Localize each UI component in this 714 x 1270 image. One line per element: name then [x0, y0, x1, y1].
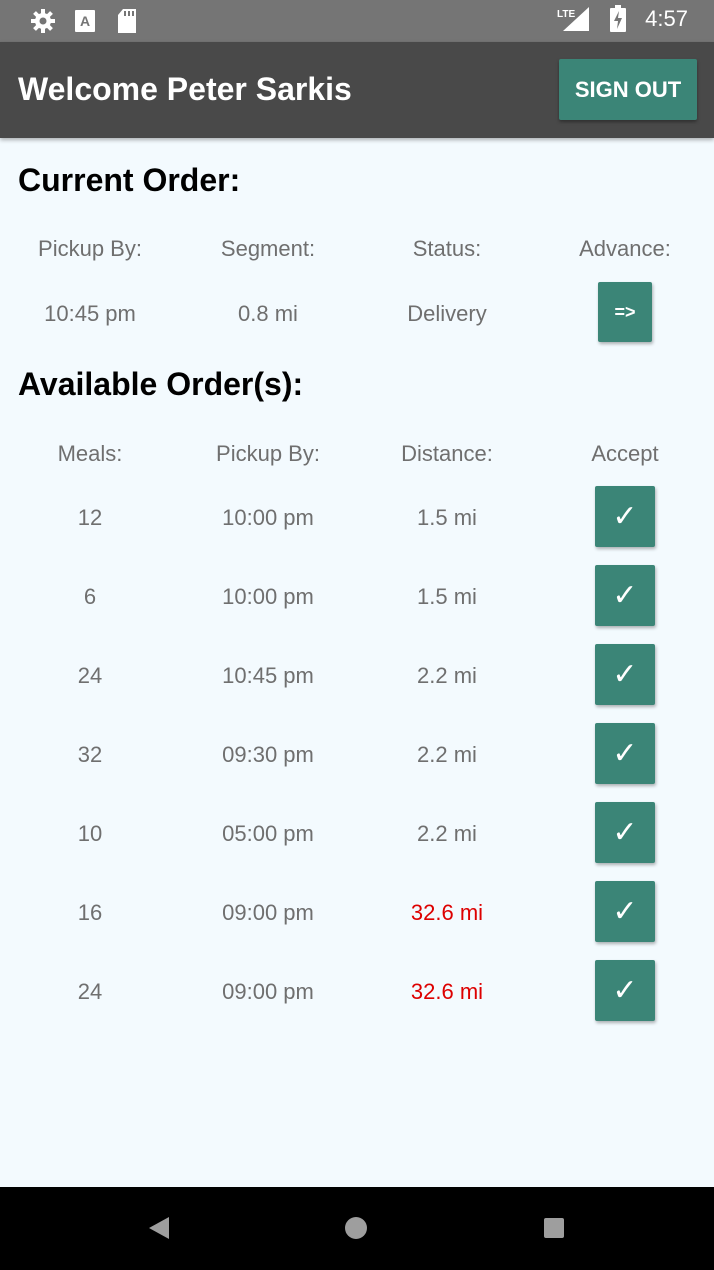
- accept-order-button[interactable]: ✓: [595, 723, 655, 784]
- accept-order-button[interactable]: ✓: [595, 565, 655, 626]
- order-distance: 32.6 mi: [410, 900, 484, 925]
- order-pickup-time: 09:00 pm: [222, 979, 314, 1004]
- svg-text:A: A: [80, 13, 90, 29]
- recents-icon[interactable]: [544, 1218, 564, 1238]
- order-pickup-time: 10:00 pm: [222, 584, 314, 609]
- order-meals: 24: [77, 663, 103, 688]
- available-header-distance: Distance:: [401, 441, 493, 466]
- accept-order-button[interactable]: ✓: [595, 486, 655, 547]
- available-orders-title: Available Order(s):: [18, 366, 304, 402]
- accept-order-button[interactable]: ✓: [595, 881, 655, 942]
- lte-signal-icon: LTE: [557, 6, 591, 32]
- sd-card-icon: [114, 8, 140, 34]
- order-pickup-time: 10:00 pm: [222, 505, 314, 530]
- font-icon: A: [72, 8, 98, 34]
- back-icon[interactable]: [149, 1217, 169, 1239]
- order-meals: 32: [77, 742, 103, 767]
- current-header-segment: Segment:: [220, 236, 316, 261]
- available-header-meals: Meals:: [57, 441, 123, 466]
- battery-charging-icon: [605, 5, 631, 32]
- order-distance: 2.2 mi: [417, 742, 477, 767]
- status-time: 4:57: [645, 6, 688, 31]
- accept-order-button[interactable]: ✓: [595, 802, 655, 863]
- order-pickup-time: 09:00 pm: [222, 900, 314, 925]
- home-icon[interactable]: [345, 1217, 367, 1239]
- order-pickup-time: 10:45 pm: [222, 663, 314, 688]
- order-distance: 1.5 mi: [417, 505, 477, 530]
- order-pickup-time: 05:00 pm: [222, 821, 314, 846]
- available-header-accept: Accept: [591, 441, 659, 466]
- order-distance: 2.2 mi: [417, 821, 477, 846]
- page-title: Welcome Peter Sarkis: [18, 71, 352, 107]
- gear-icon: [30, 8, 56, 34]
- current-header-pickup: Pickup By:: [38, 236, 142, 261]
- current-header-advance: Advance:: [579, 236, 671, 261]
- order-distance: 32.6 mi: [410, 979, 484, 1004]
- accept-order-button[interactable]: ✓: [595, 644, 655, 705]
- current-segment-distance: 0.8 mi: [238, 301, 298, 326]
- order-pickup-time: 09:30 pm: [222, 742, 314, 767]
- order-distance: 2.2 mi: [417, 663, 477, 688]
- accept-order-button[interactable]: ✓: [595, 960, 655, 1021]
- advance-button[interactable]: =>: [598, 282, 652, 342]
- current-order-title: Current Order:: [18, 162, 241, 198]
- status-bar-left: A: [30, 8, 140, 34]
- system-nav-bar: [0, 1187, 714, 1270]
- order-meals: 24: [77, 979, 103, 1004]
- status-bar: A LTE 4:57: [0, 0, 714, 42]
- order-distance: 1.5 mi: [417, 584, 477, 609]
- sign-out-button[interactable]: SIGN OUT: [559, 59, 697, 120]
- current-header-status: Status:: [412, 236, 482, 261]
- current-pickup-time: 10:45 pm: [44, 301, 136, 326]
- current-status: Delivery: [407, 301, 487, 326]
- available-header-pickup: Pickup By:: [216, 441, 320, 466]
- order-meals: 6: [83, 584, 97, 609]
- app-bar: Welcome Peter Sarkis SIGN OUT: [0, 42, 714, 138]
- order-meals: 16: [77, 900, 103, 925]
- order-meals: 12: [77, 505, 103, 530]
- svg-text:LTE: LTE: [557, 9, 575, 20]
- status-bar-right: LTE 4:57: [557, 5, 688, 32]
- order-meals: 10: [77, 821, 103, 846]
